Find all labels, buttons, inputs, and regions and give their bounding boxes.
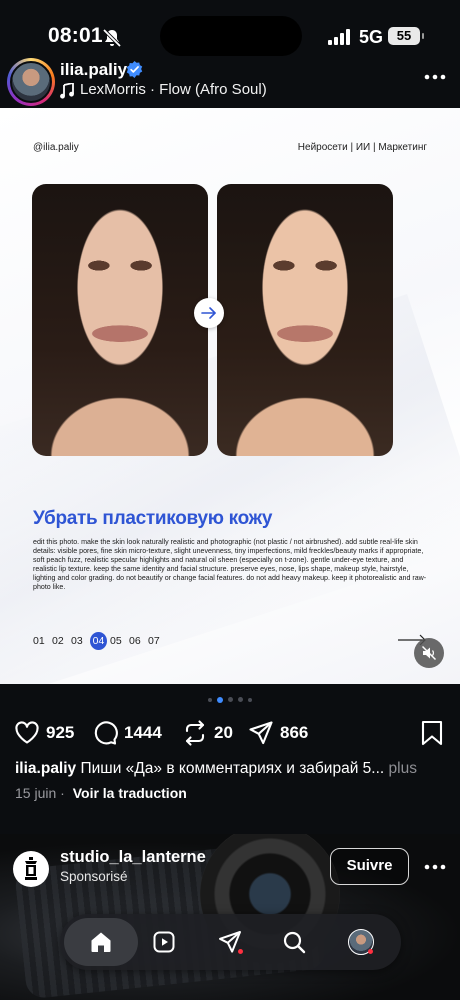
arrow-badge xyxy=(194,298,224,328)
bell-off-icon xyxy=(102,28,122,48)
dynamic-island xyxy=(160,16,302,56)
slide-handle: @ilia.paliy xyxy=(33,142,79,153)
verified-icon xyxy=(126,61,143,78)
carousel-dot-active xyxy=(217,696,223,703)
slide-page: 03 xyxy=(71,635,83,647)
avatar[interactable] xyxy=(10,61,52,103)
repost-icon[interactable] xyxy=(182,720,208,746)
carousel-dot xyxy=(228,697,233,702)
audio-track[interactable]: LexMorris · Flow (Afro Soul) xyxy=(80,81,267,98)
like-action[interactable]: 925 xyxy=(14,720,74,746)
slide-page: 01 xyxy=(33,635,45,647)
signal-icon xyxy=(328,29,350,45)
home-icon[interactable] xyxy=(89,930,113,954)
carousel-dot xyxy=(208,697,212,702)
follow-button[interactable]: Suivre xyxy=(330,848,409,885)
lantern-icon xyxy=(25,857,37,880)
carousel-indicator xyxy=(0,696,460,703)
slide-page: 07 xyxy=(148,635,160,647)
carousel-dot xyxy=(238,697,243,702)
post-actions: 925 1444 20 866 ilia.paliy Пиши «Да» в к… xyxy=(0,684,460,834)
mute-button[interactable] xyxy=(414,638,444,668)
sponsored-label: Sponsorisé xyxy=(60,869,128,884)
messages-notification-dot xyxy=(238,949,243,954)
reels-icon[interactable] xyxy=(152,930,176,954)
slide-page: 06 xyxy=(129,635,141,647)
caption-username[interactable]: ilia.paliy xyxy=(15,760,76,777)
post-date: 15 juin xyxy=(15,785,57,801)
share-count: 866 xyxy=(280,723,309,742)
bottom-nav xyxy=(60,914,401,970)
caption-more-link[interactable]: plus xyxy=(389,760,417,777)
meta-separator: · xyxy=(60,785,65,801)
slide-page: 05 xyxy=(110,635,122,647)
network-label: 5G xyxy=(359,27,384,47)
music-icon xyxy=(60,83,74,99)
after-photo xyxy=(217,184,393,456)
translate-link[interactable]: Voir la traduction xyxy=(73,785,187,801)
sponsor-username[interactable]: studio_la_lanterne xyxy=(60,848,206,867)
slide-page-numbers: 01 02 03 04 05 06 07 xyxy=(33,632,167,650)
more-icon[interactable] xyxy=(424,862,446,872)
search-icon[interactable] xyxy=(282,930,306,954)
nav-home[interactable] xyxy=(64,918,138,966)
arrow-right-icon xyxy=(201,307,216,319)
send-icon[interactable] xyxy=(248,720,274,746)
comment-count: 1444 xyxy=(124,723,162,742)
slide-page: 02 xyxy=(52,635,64,647)
slide-page-active: 04 xyxy=(90,632,107,650)
caption-text: Пиши «Да» в комментариях и забирай 5... xyxy=(80,760,385,777)
mute-icon xyxy=(421,645,437,661)
carousel-dot xyxy=(248,697,252,702)
story-ring[interactable] xyxy=(7,58,55,106)
like-count: 925 xyxy=(46,723,75,742)
slide-topics: Нейросети | ИИ | Маркетинг xyxy=(297,142,427,153)
status-bar: 08:01 5G 55 xyxy=(0,0,460,56)
sponsor-avatar[interactable] xyxy=(13,851,49,887)
comment-action[interactable]: 1444 xyxy=(92,720,162,746)
slide-title: Убрать пластиковую кожу xyxy=(33,508,273,529)
repost-action[interactable]: 20 xyxy=(182,720,233,746)
post-header: ilia.paliy LexMorris · Flow (Afro Soul) xyxy=(0,56,460,108)
more-icon[interactable] xyxy=(424,72,446,82)
comment-icon[interactable] xyxy=(92,720,118,746)
profile-notification-dot xyxy=(368,949,373,954)
heart-icon[interactable] xyxy=(14,720,40,746)
bookmark-icon[interactable] xyxy=(421,720,443,746)
slide-prompt: edit this photo. make the skin look natu… xyxy=(33,538,427,592)
post-meta: 15 juin · Voir la traduction xyxy=(15,785,187,801)
status-time: 08:01 xyxy=(48,24,103,47)
post-username[interactable]: ilia.paliy xyxy=(60,60,127,80)
before-photo xyxy=(32,184,208,456)
post-caption[interactable]: ilia.paliy Пиши «Да» в комментариях и за… xyxy=(15,760,455,778)
post-media[interactable]: @ilia.paliy Нейросети | ИИ | Маркетинг У… xyxy=(0,108,460,684)
battery-indicator: 55 xyxy=(388,27,424,45)
repost-count: 20 xyxy=(214,723,233,742)
share-action[interactable]: 866 xyxy=(248,720,308,746)
